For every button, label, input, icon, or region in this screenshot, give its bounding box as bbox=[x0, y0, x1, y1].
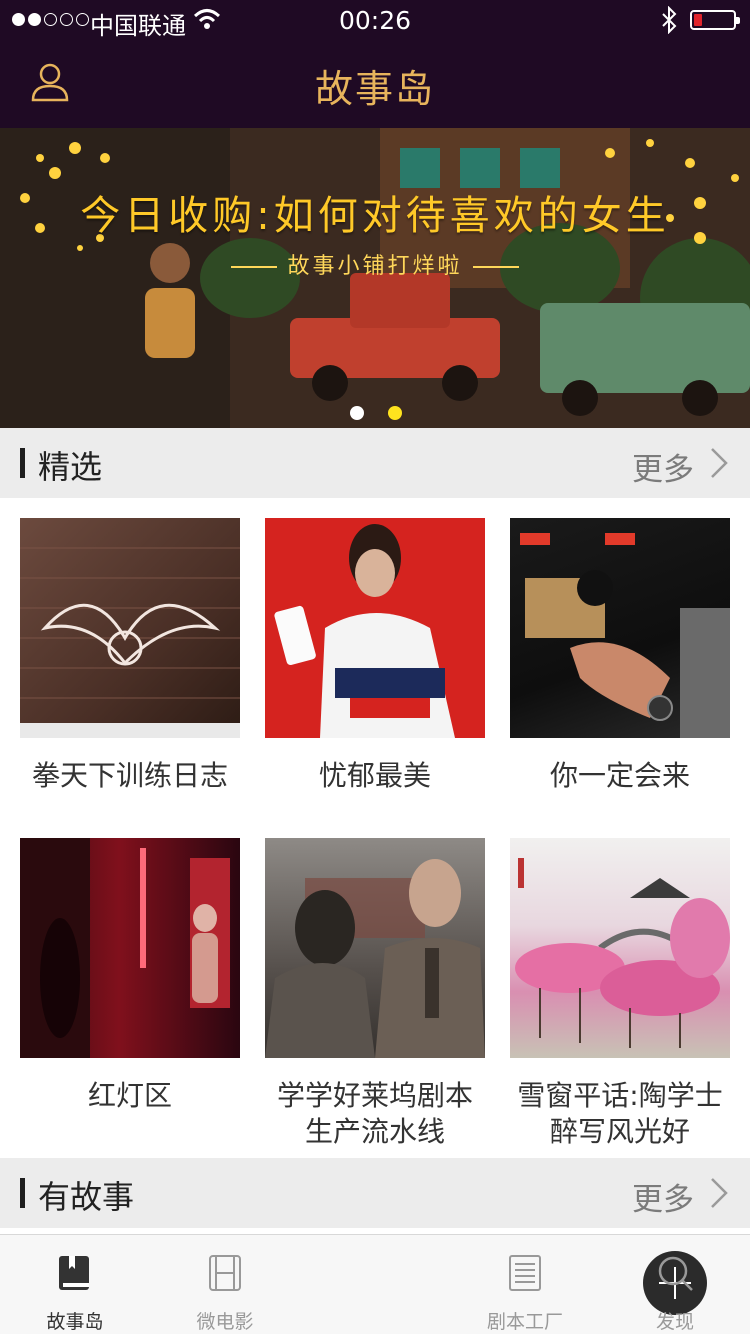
film-icon bbox=[209, 1255, 241, 1291]
page-dot[interactable] bbox=[350, 406, 364, 420]
story-title: 拳天下训练日志 bbox=[31, 759, 228, 792]
story-thumbnail[interactable] bbox=[510, 838, 730, 1058]
story-card[interactable]: 忧郁最美 bbox=[265, 518, 485, 794]
story-card[interactable]: 雪窗平话:陶学士醉写风光好 bbox=[510, 838, 730, 1150]
tab-bar: 故事岛 微电影 剧本工厂 发现 bbox=[0, 1234, 750, 1334]
tab-label: 微电影 bbox=[196, 1311, 254, 1333]
banner-subtitle: 故事小铺打烊啦 bbox=[0, 248, 750, 280]
tab-script-factory[interactable]: 剧本工厂 bbox=[450, 1235, 600, 1334]
section-title: 有故事 bbox=[38, 1178, 135, 1216]
banner-title: 今日收购:如何对待喜欢的女生 bbox=[80, 193, 670, 239]
banner-page-indicator[interactable] bbox=[350, 406, 402, 420]
story-card[interactable]: 红灯区 bbox=[20, 838, 240, 1114]
tab-label: 剧本工厂 bbox=[486, 1311, 563, 1333]
tab-label: 故事岛 bbox=[46, 1311, 104, 1333]
chevron-right-icon[interactable] bbox=[708, 446, 730, 480]
navigation-bar: 故事岛 bbox=[0, 40, 750, 128]
story-title: 你一定会来 bbox=[549, 759, 690, 792]
tab-story-island[interactable]: 故事岛 bbox=[0, 1235, 150, 1334]
more-link[interactable]: 更多 bbox=[632, 444, 694, 489]
story-card[interactable]: 你一定会来 bbox=[510, 518, 730, 794]
section-accent-bar bbox=[20, 448, 25, 478]
story-thumbnail[interactable] bbox=[510, 518, 730, 738]
story-card[interactable]: 学学好莱坞剧本生产流水线 bbox=[265, 838, 485, 1150]
chevron-right-icon[interactable] bbox=[708, 1176, 730, 1210]
section-header-stories: 有故事 更多 bbox=[0, 1158, 750, 1228]
battery-icon bbox=[690, 10, 740, 30]
status-bar: 中国联通 00:26 bbox=[0, 0, 750, 40]
book-icon bbox=[59, 1256, 89, 1290]
tab-discover[interactable]: 发现 bbox=[600, 1235, 750, 1334]
tab-label: 发现 bbox=[655, 1311, 694, 1333]
story-thumbnail[interactable] bbox=[20, 518, 240, 738]
bluetooth-icon bbox=[662, 6, 677, 34]
section-accent-bar bbox=[20, 1178, 25, 1208]
tab-micro-film[interactable]: 微电影 bbox=[150, 1235, 300, 1334]
story-title: 忧郁最美 bbox=[318, 759, 431, 792]
page-dot-active[interactable] bbox=[388, 406, 402, 420]
featured-banner[interactable]: 今日收购:如何对待喜欢的女生 故事小铺打烊啦 bbox=[0, 128, 750, 428]
section-header-featured: 精选 更多 bbox=[0, 428, 750, 498]
tab-create[interactable] bbox=[300, 1235, 707, 1334]
story-thumbnail[interactable] bbox=[265, 838, 485, 1058]
page-title: 故事岛 bbox=[314, 67, 435, 111]
section-title: 精选 bbox=[38, 448, 103, 486]
top-bar: 中国联通 00:26 故事岛 bbox=[0, 0, 750, 128]
search-icon bbox=[658, 1256, 693, 1291]
more-link[interactable]: 更多 bbox=[632, 1174, 694, 1219]
story-title: 红灯区 bbox=[87, 1079, 172, 1112]
story-title: 雪窗平话:陶学士醉写风光好 bbox=[517, 1079, 723, 1148]
story-thumbnail[interactable] bbox=[20, 838, 240, 1058]
story-thumbnail[interactable] bbox=[265, 518, 485, 738]
script-icon bbox=[509, 1255, 541, 1291]
status-time: 00:26 bbox=[338, 6, 412, 35]
story-card[interactable]: 拳天下训练日志 bbox=[20, 518, 240, 794]
story-title: 学学好莱坞剧本生产流水线 bbox=[276, 1079, 473, 1148]
